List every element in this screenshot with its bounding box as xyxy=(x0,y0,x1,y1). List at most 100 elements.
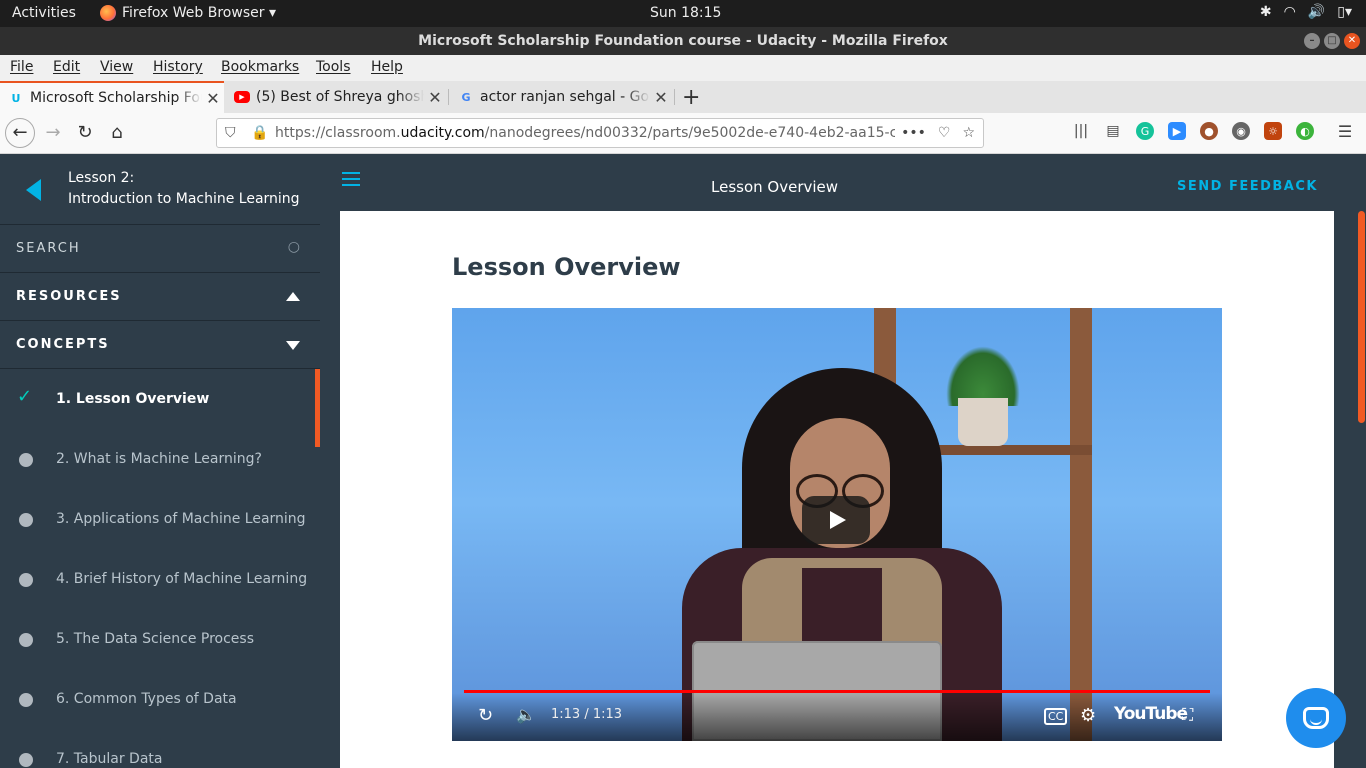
video-controls: ↻ 🔈 1:13 / 1:13 CC ⚙ YouTube ⛶ xyxy=(452,690,1222,741)
cookie-icon[interactable]: ● xyxy=(1200,122,1218,140)
concept-label: 3. Applications of Machine Learning xyxy=(56,511,306,527)
concept-label: 7. Tabular Data xyxy=(56,751,163,767)
replay-icon[interactable]: ↻ xyxy=(478,705,493,726)
window-title-bar: Microsoft Scholarship Foundation course … xyxy=(0,27,1366,55)
app-menu-label: Firefox Web Browser ▾ xyxy=(122,5,276,21)
close-tab-icon[interactable]: ✕ xyxy=(650,88,672,107)
close-tab-icon[interactable]: ✕ xyxy=(202,89,224,108)
new-tab-icon[interactable]: + xyxy=(682,85,700,110)
concept-label: 5. The Data Science Process xyxy=(56,631,255,647)
tab-title: actor ranjan sehgal - Google Search xyxy=(480,89,650,105)
search-icon[interactable]: ○ xyxy=(288,239,302,255)
incomplete-dot-icon xyxy=(19,453,33,467)
menu-view[interactable]: View xyxy=(100,59,133,75)
chat-launcher-button[interactable] xyxy=(1286,688,1346,748)
bookmark-star-icon[interactable]: ☆ xyxy=(962,119,975,147)
concept-item-types-of-data[interactable]: 6. Common Types of Data xyxy=(0,669,320,729)
resources-toggle[interactable]: RESOURCES xyxy=(0,273,320,321)
video-time: 1:13 / 1:13 xyxy=(551,707,623,722)
wifi-icon: ◠ xyxy=(1283,4,1296,20)
firefox-icon xyxy=(100,5,116,21)
expand-down-icon xyxy=(286,341,300,350)
send-feedback-link[interactable]: SEND FEEDBACK xyxy=(1177,179,1318,194)
menu-file[interactable]: File xyxy=(10,59,33,75)
concept-label: 1. Lesson Overview xyxy=(56,391,210,407)
lesson-card: Lesson Overview ↻ 🔈 1:13 / 1:13 CC ⚙ You… xyxy=(340,211,1334,768)
concept-item-data-science-process[interactable]: 5. The Data Science Process xyxy=(0,609,320,669)
url-actions: ••• ♡ ☆ xyxy=(901,119,975,147)
tab-youtube[interactable]: ▶ (5) Best of Shreya ghoshal ✕ xyxy=(226,81,446,113)
settings-gear-icon[interactable]: ⚙ xyxy=(1080,705,1096,726)
account-icon[interactable]: ◉ xyxy=(1232,122,1250,140)
menu-bookmarks[interactable]: Bookmarks xyxy=(221,59,299,75)
menu-tools[interactable]: Tools xyxy=(316,59,351,75)
incomplete-dot-icon xyxy=(19,633,33,647)
back-icon[interactable]: ← xyxy=(5,118,35,148)
incomplete-dot-icon xyxy=(19,693,33,707)
hamburger-icon[interactable] xyxy=(342,178,360,180)
concept-item-what-is-ml[interactable]: 2. What is Machine Learning? xyxy=(0,429,320,489)
menu-history[interactable]: History xyxy=(153,59,203,75)
concept-label: 4. Brief History of Machine Learning xyxy=(56,571,308,587)
library-icon[interactable]: ||| xyxy=(1072,122,1090,140)
close-tab-icon[interactable]: ✕ xyxy=(424,88,446,107)
lesson-header[interactable]: Lesson 2: Introduction to Machine Learni… xyxy=(0,154,320,225)
more-actions-icon[interactable]: ••• xyxy=(901,119,926,147)
url-bar[interactable]: ⛉ 🔒 https://classroom.udacity.com/nanode… xyxy=(216,118,984,148)
close-icon[interactable]: ✕ xyxy=(1344,33,1360,49)
captions-icon[interactable]: CC xyxy=(1044,708,1068,725)
tracking-shield-icon[interactable]: ⛉ xyxy=(225,119,236,147)
forward-icon[interactable]: → xyxy=(41,122,65,143)
play-icon[interactable] xyxy=(802,496,870,544)
url-text[interactable]: https://classroom.udacity.com/nanodegree… xyxy=(275,119,895,147)
home-icon[interactable]: ⌂ xyxy=(105,122,129,143)
menu-bar: File Edit View History Bookmarks Tools H… xyxy=(0,55,1366,81)
page-scrollbar[interactable] xyxy=(1356,211,1366,768)
header-title: Lesson Overview xyxy=(711,178,839,196)
app-menu[interactable]: Firefox Web Browser ▾ xyxy=(100,5,276,21)
system-top-bar: Activities Firefox Web Browser ▾ Sun 18:… xyxy=(0,0,1366,27)
extension-icon[interactable]: ☼ xyxy=(1264,122,1282,140)
incomplete-dot-icon xyxy=(19,753,33,767)
concepts-toggle[interactable]: CONCEPTS xyxy=(0,321,320,369)
navigation-toolbar: ← → ↻ ⌂ ⛉ 🔒 https://classroom.udacity.co… xyxy=(0,113,1366,154)
minimize-icon[interactable]: – xyxy=(1304,33,1320,49)
tab-google[interactable]: G actor ranjan sehgal - Google Search ✕ xyxy=(450,81,672,113)
concept-item-lesson-overview[interactable]: ✓ 1. Lesson Overview xyxy=(0,369,320,447)
search-row[interactable]: SEARCH ○ xyxy=(0,225,320,273)
google-icon: G xyxy=(461,90,471,104)
checkmark-icon: ✓ xyxy=(17,386,33,407)
fullscreen-icon[interactable]: ⛶ xyxy=(1182,705,1193,725)
content-area: Lesson Overview ↻ 🔈 1:13 / 1:13 CC ⚙ You… xyxy=(320,211,1366,768)
clock[interactable]: Sun 18:15 xyxy=(650,5,721,21)
youtube-logo[interactable]: YouTube xyxy=(1114,704,1188,724)
lock-icon[interactable]: 🔒 xyxy=(251,119,268,147)
slack-icon[interactable]: ✱ xyxy=(1260,4,1272,20)
concept-item-tabular-data[interactable]: 7. Tabular Data xyxy=(0,729,320,768)
grammarly-icon[interactable]: G xyxy=(1136,122,1154,140)
concept-item-applications[interactable]: 3. Applications of Machine Learning xyxy=(0,489,320,549)
activities-button[interactable]: Activities xyxy=(12,5,76,21)
video-progress-bar[interactable] xyxy=(464,690,1210,693)
menu-edit[interactable]: Edit xyxy=(53,59,80,75)
maximize-icon[interactable]: □ xyxy=(1324,33,1340,49)
back-arrow-icon[interactable] xyxy=(26,179,41,201)
tab-udacity[interactable]: U Microsoft Scholarship Foundation cours… xyxy=(0,81,224,113)
pocket-icon[interactable]: ♡ xyxy=(938,119,951,147)
volume-icon[interactable]: 🔈 xyxy=(516,705,536,724)
hamburger-menu-icon[interactable]: ☰ xyxy=(1336,122,1354,141)
system-tray[interactable]: ✱ ◠ 🔊 ▯▾ xyxy=(1260,4,1352,20)
concept-item-history[interactable]: 4. Brief History of Machine Learning xyxy=(0,549,320,609)
scrollbar-thumb[interactable] xyxy=(1358,211,1365,423)
menu-help[interactable]: Help xyxy=(371,59,403,75)
concept-label: 2. What is Machine Learning? xyxy=(56,451,262,467)
extension-green-icon[interactable]: ◐ xyxy=(1296,122,1314,140)
classroom-header: Lesson Overview SEND FEEDBACK xyxy=(320,154,1366,211)
reload-icon[interactable]: ↻ xyxy=(73,122,97,143)
tab-bar: U Microsoft Scholarship Foundation cours… xyxy=(0,81,1366,113)
tab-separator xyxy=(674,89,675,105)
zoom-icon[interactable]: ▶ xyxy=(1168,122,1186,140)
sidebar-icon[interactable]: ▤ xyxy=(1104,122,1122,140)
video-player[interactable]: ↻ 🔈 1:13 / 1:13 CC ⚙ YouTube ⛶ xyxy=(452,308,1222,741)
lesson-number: Lesson 2: xyxy=(68,170,135,186)
